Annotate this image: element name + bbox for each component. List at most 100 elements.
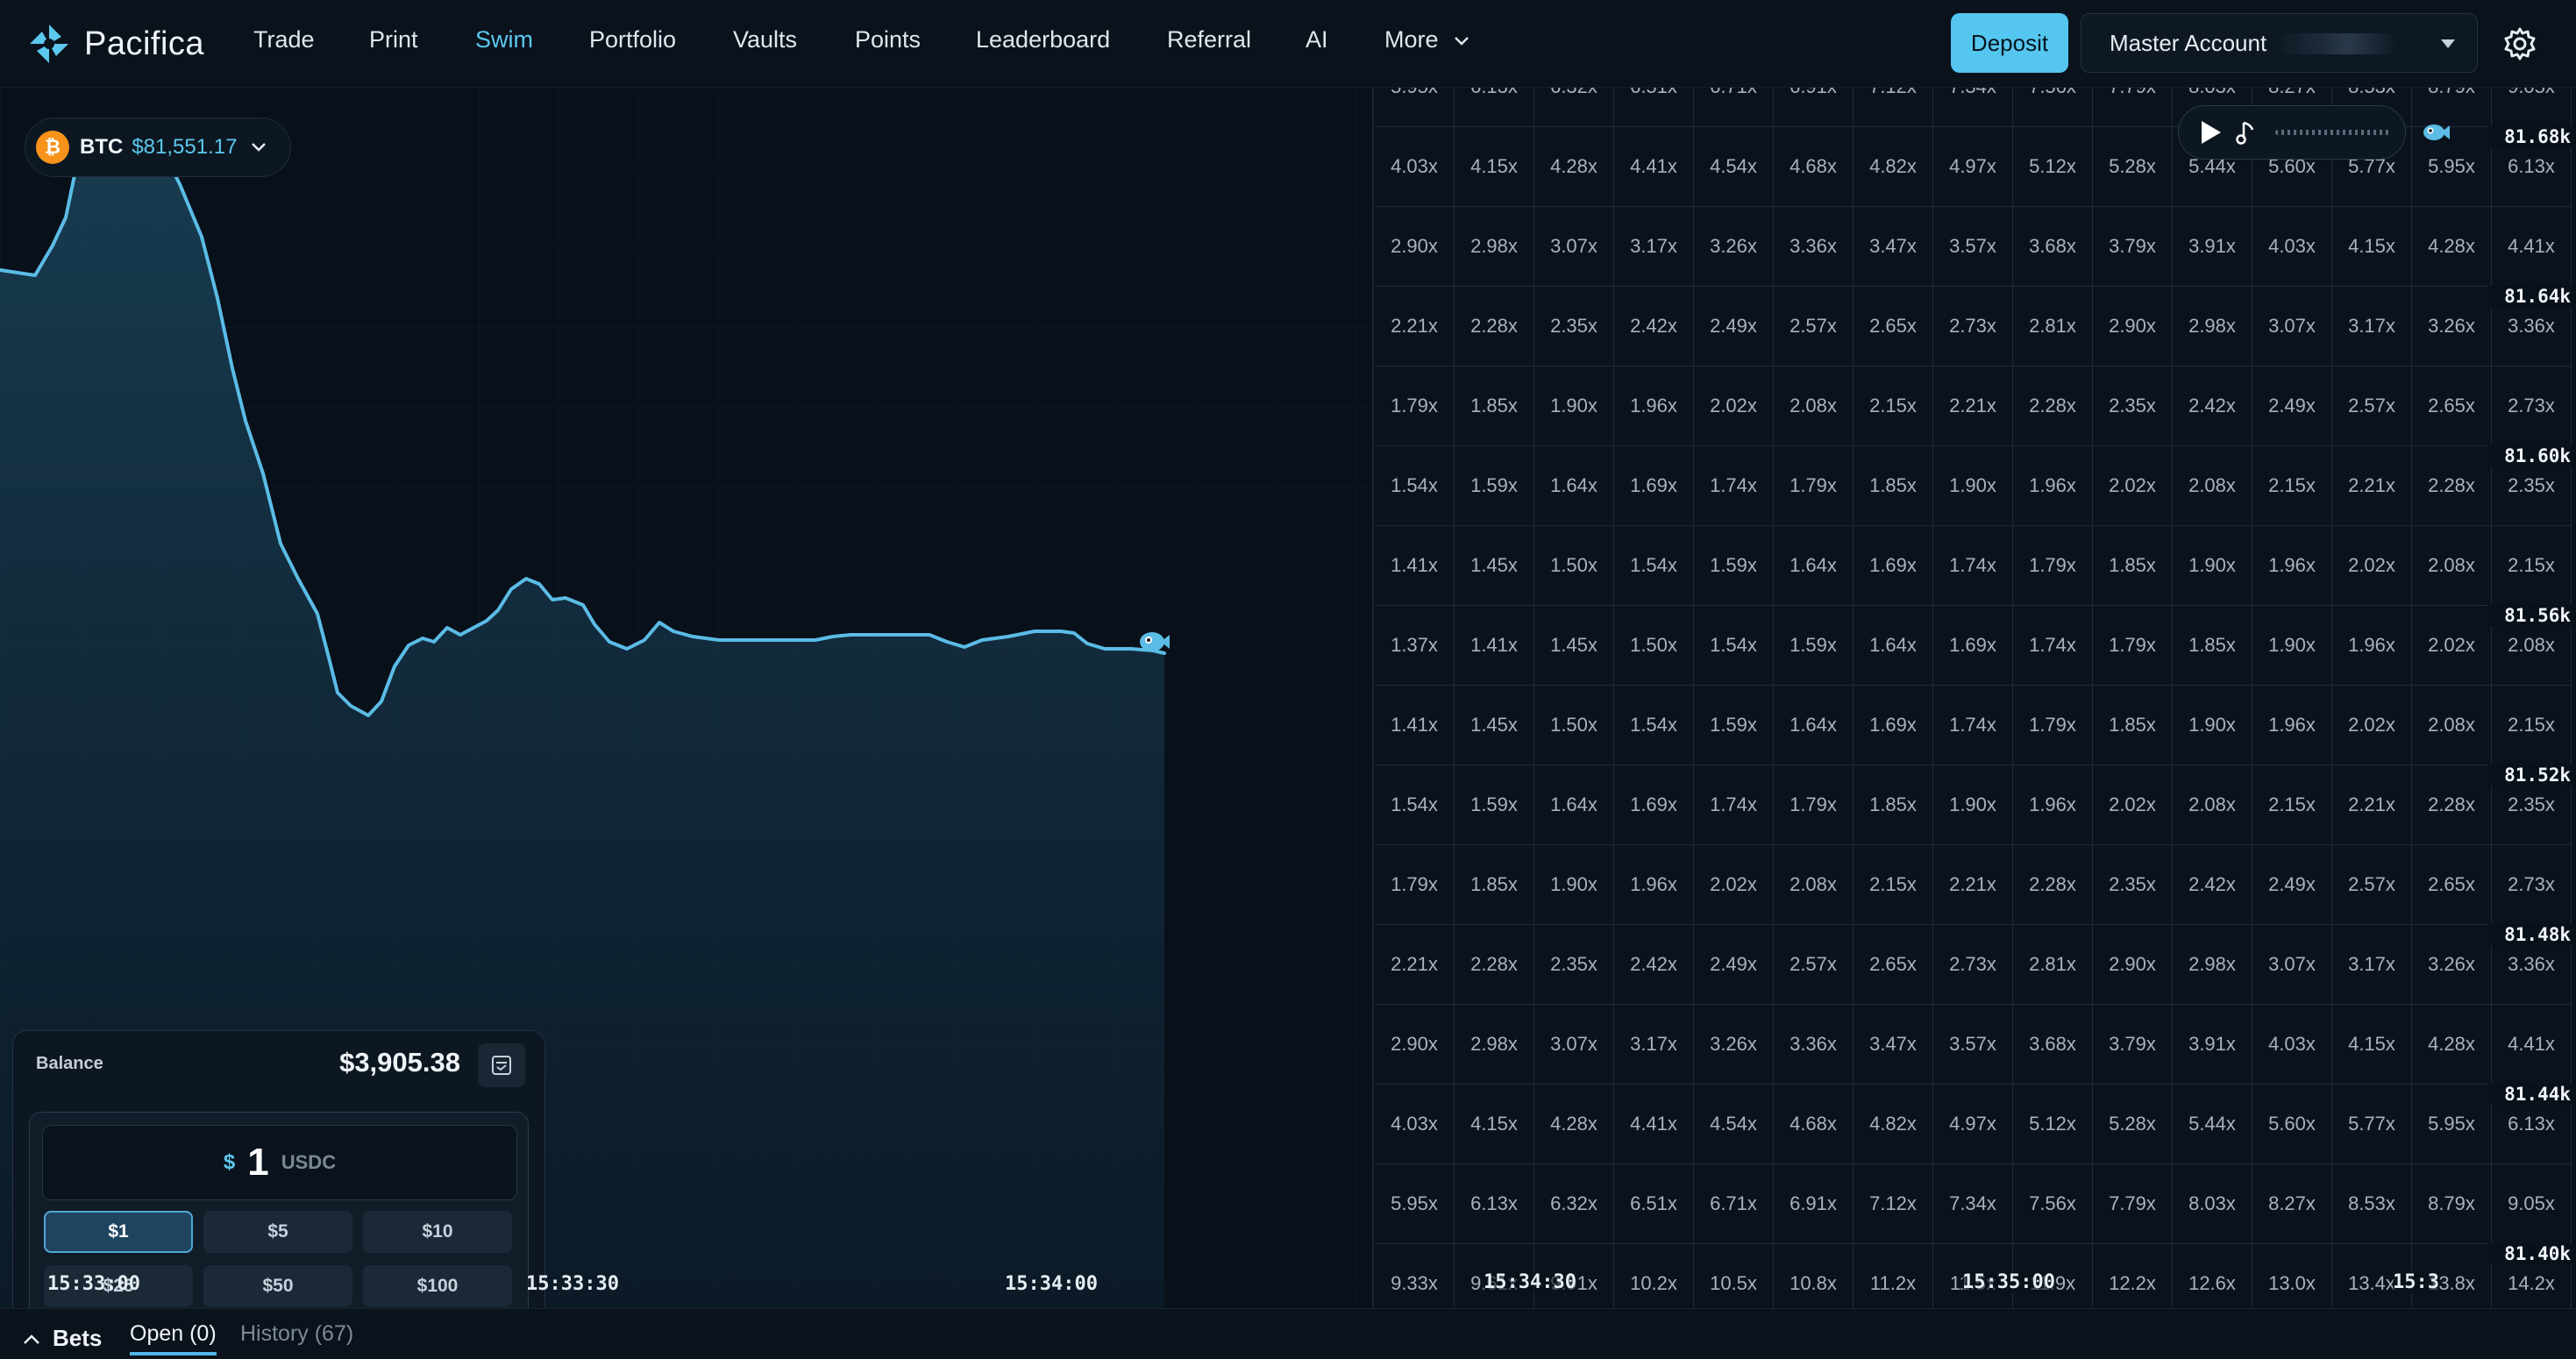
multiplier-cell[interactable]: 1.64x (1534, 765, 1614, 845)
multiplier-cell[interactable]: 2.90x (2093, 287, 2173, 366)
multiplier-cell[interactable]: 1.69x (1614, 446, 1694, 526)
multiplier-cell[interactable]: 1.74x (2013, 606, 2093, 686)
multiplier-cell[interactable]: 4.68x (1774, 127, 1854, 207)
music-note-icon[interactable] (2235, 119, 2256, 146)
multiplier-cell[interactable]: 4.15x (1455, 1085, 1534, 1164)
multiplier-cell[interactable]: 2.21x (2332, 446, 2412, 526)
multiplier-cell[interactable]: 1.90x (2173, 686, 2252, 765)
multiplier-cell[interactable]: 2.49x (1694, 925, 1774, 1005)
multiplier-cell[interactable]: 7.12x (1854, 1164, 1933, 1244)
multiplier-cell[interactable]: 2.98x (1455, 207, 1534, 287)
multiplier-cell[interactable]: 1.54x (1375, 446, 1455, 526)
multiplier-cell[interactable]: 4.54x (1694, 127, 1774, 207)
multiplier-cell[interactable]: 3.26x (2412, 925, 2492, 1005)
multiplier-cell[interactable]: 6.91x (1774, 88, 1854, 127)
nav-leaderboard[interactable]: Leaderboard (976, 26, 1110, 53)
multiplier-cell[interactable]: 4.54x (1694, 1085, 1774, 1164)
multiplier-cell[interactable]: 1.79x (1375, 845, 1455, 925)
multiplier-cell[interactable]: 3.36x (1774, 1005, 1854, 1085)
multiplier-cell[interactable]: 2.57x (1774, 925, 1854, 1005)
multiplier-cell[interactable]: 2.08x (1774, 845, 1854, 925)
multiplier-cell[interactable]: 4.15x (2332, 1005, 2412, 1085)
multiplier-cell[interactable]: 3.91x (2173, 207, 2252, 287)
multiplier-cell[interactable]: 12.6x (2173, 1244, 2252, 1308)
multiplier-cell[interactable]: 4.41x (1614, 127, 1694, 207)
multiplier-cell[interactable]: 1.85x (2093, 686, 2173, 765)
deposit-button[interactable]: Deposit (1951, 13, 2068, 73)
multiplier-cell[interactable]: 3.79x (2093, 207, 2173, 287)
multiplier-cell[interactable]: 1.79x (2093, 606, 2173, 686)
multiplier-cell[interactable]: 2.21x (1375, 925, 1455, 1005)
multiplier-cell[interactable]: 2.15x (1854, 845, 1933, 925)
multiplier-cell[interactable]: 10.8x (1774, 1244, 1854, 1308)
multiplier-cell[interactable]: 2.15x (2492, 686, 2572, 765)
preset-100-button[interactable]: $100 (363, 1265, 512, 1307)
multiplier-cell[interactable]: 1.50x (1534, 526, 1614, 606)
multiplier-cell[interactable]: 2.49x (1694, 287, 1774, 366)
nav-portfolio[interactable]: Portfolio (589, 26, 676, 53)
multiplier-cell[interactable]: 2.28x (2013, 845, 2093, 925)
nav-points[interactable]: Points (855, 26, 921, 53)
multiplier-cell[interactable]: 2.35x (1534, 287, 1614, 366)
multiplier-cell[interactable]: 1.74x (1933, 686, 2013, 765)
multiplier-cell[interactable]: 1.54x (1614, 526, 1694, 606)
logo[interactable]: Pacifica (26, 19, 204, 68)
multiplier-cell[interactable]: 2.08x (2173, 446, 2252, 526)
preset-50-button[interactable]: $50 (203, 1265, 352, 1307)
multiplier-cell[interactable]: 3.17x (2332, 287, 2412, 366)
multiplier-cell[interactable]: 1.85x (1854, 446, 1933, 526)
multiplier-cell[interactable]: 2.73x (1933, 287, 2013, 366)
tab-history[interactable]: History (67) (240, 1321, 353, 1347)
multiplier-cell[interactable]: 4.28x (1534, 127, 1614, 207)
multiplier-cell[interactable]: 3.17x (1614, 207, 1694, 287)
multiplier-cell[interactable]: 1.85x (2093, 526, 2173, 606)
multiplier-cell[interactable]: 2.65x (2412, 845, 2492, 925)
multiplier-cell[interactable]: 3.68x (2013, 207, 2093, 287)
multiplier-cell[interactable]: 2.28x (1455, 925, 1534, 1005)
multiplier-cell[interactable]: 1.50x (1614, 606, 1694, 686)
multiplier-cell[interactable]: 1.59x (1455, 765, 1534, 845)
multiplier-cell[interactable]: 2.08x (2173, 765, 2252, 845)
multiplier-cell[interactable]: 2.73x (2492, 845, 2572, 925)
multiplier-cell[interactable]: 5.28x (2093, 127, 2173, 207)
multiplier-cell[interactable]: 2.21x (1933, 366, 2013, 446)
multiplier-cell[interactable]: 2.35x (1534, 925, 1614, 1005)
multiplier-cell[interactable]: 6.71x (1694, 88, 1774, 127)
multiplier-cell[interactable]: 1.74x (1933, 526, 2013, 606)
bet-amount-input[interactable]: $ 1 USDC (42, 1125, 517, 1200)
multiplier-cell[interactable]: 2.49x (2252, 366, 2332, 446)
multiplier-cell[interactable]: 3.91x (2173, 1005, 2252, 1085)
multiplier-cell[interactable]: 2.35x (2093, 845, 2173, 925)
multiplier-cell[interactable]: 2.90x (1375, 1005, 1455, 1085)
multiplier-cell[interactable]: 1.90x (1933, 446, 2013, 526)
multiplier-cell[interactable]: 2.28x (2412, 446, 2492, 526)
play-icon[interactable] (2198, 119, 2223, 146)
multiplier-cell[interactable]: 1.59x (1694, 526, 1774, 606)
multiplier-cell[interactable]: 10.2x (1614, 1244, 1694, 1308)
multiplier-cell[interactable]: 4.82x (1854, 1085, 1933, 1164)
multiplier-cell[interactable]: 13.0x (2252, 1244, 2332, 1308)
multiplier-cell[interactable]: 1.79x (1774, 446, 1854, 526)
nav-swim[interactable]: Swim (475, 26, 533, 53)
multiplier-cell[interactable]: 2.90x (1375, 207, 1455, 287)
multiplier-cell[interactable]: 2.42x (2173, 845, 2252, 925)
account-selector[interactable]: Master Account (2081, 13, 2478, 73)
multiplier-cell[interactable]: 2.02x (2332, 686, 2412, 765)
multiplier-cell[interactable]: 2.28x (1455, 287, 1534, 366)
multiplier-cell[interactable]: 1.41x (1455, 606, 1534, 686)
multiplier-cell[interactable]: 9.05x (2492, 88, 2572, 127)
nav-vaults[interactable]: Vaults (733, 26, 797, 53)
multiplier-cell[interactable]: 2.08x (1774, 366, 1854, 446)
multiplier-cell[interactable]: 5.95x (1375, 88, 1455, 127)
multiplier-cell[interactable]: 1.69x (1933, 606, 2013, 686)
multiplier-cell[interactable]: 2.02x (2093, 765, 2173, 845)
multiplier-cell[interactable]: 1.79x (2013, 686, 2093, 765)
multiplier-cell[interactable]: 10.5x (1694, 1244, 1774, 1308)
multiplier-cell[interactable]: 2.28x (2013, 366, 2093, 446)
multiplier-cell[interactable]: 3.07x (2252, 925, 2332, 1005)
multiplier-cell[interactable]: 1.69x (1854, 526, 1933, 606)
multiplier-cell[interactable]: 2.02x (2412, 606, 2492, 686)
multiplier-cell[interactable]: 3.26x (2412, 287, 2492, 366)
multiplier-cell[interactable]: 3.26x (1694, 1005, 1774, 1085)
multiplier-cell[interactable]: 2.15x (2252, 765, 2332, 845)
